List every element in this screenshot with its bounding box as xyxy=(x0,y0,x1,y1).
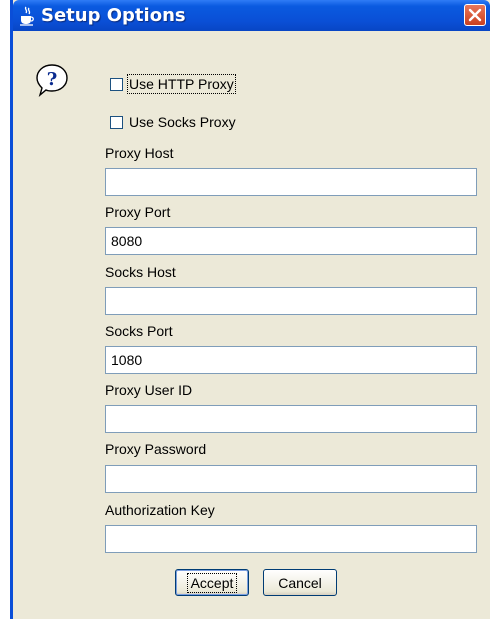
accept-button-label: Accept xyxy=(186,572,238,593)
setup-options-dialog: Setup Options ? Use HTTP Proxy Use Socks… xyxy=(10,0,490,619)
proxy-port-label: Proxy Port xyxy=(105,204,171,220)
proxy-host-label: Proxy Host xyxy=(105,145,174,161)
use-http-proxy-label[interactable]: Use HTTP Proxy xyxy=(127,74,236,94)
proxy-password-field[interactable] xyxy=(105,465,477,493)
cancel-button[interactable]: Cancel xyxy=(263,569,337,596)
socks-port-field[interactable] xyxy=(105,346,477,374)
use-socks-proxy-label[interactable]: Use Socks Proxy xyxy=(129,114,236,130)
question-icon: ? xyxy=(35,63,69,97)
use-socks-proxy-checkbox[interactable] xyxy=(110,115,123,129)
accept-button[interactable]: Accept xyxy=(175,569,249,596)
proxy-password-label: Proxy Password xyxy=(105,441,207,457)
proxy-host-field[interactable] xyxy=(105,168,477,196)
window-title: Setup Options xyxy=(41,5,186,26)
socks-host-label: Socks Host xyxy=(105,264,176,280)
use-socks-proxy-row[interactable]: Use Socks Proxy xyxy=(110,111,236,133)
use-http-proxy-checkbox[interactable] xyxy=(110,77,123,91)
title-bar[interactable]: Setup Options xyxy=(13,0,490,31)
socks-port-label: Socks Port xyxy=(105,323,173,339)
authorization-key-field[interactable] xyxy=(105,525,477,553)
authorization-key-label: Authorization Key xyxy=(105,502,215,518)
java-cup-icon xyxy=(19,6,35,26)
proxy-user-id-label: Proxy User ID xyxy=(105,382,193,398)
close-button[interactable] xyxy=(464,4,486,26)
svg-text:?: ? xyxy=(47,69,58,90)
proxy-user-id-field[interactable] xyxy=(105,405,477,433)
proxy-port-field[interactable] xyxy=(105,227,477,255)
socks-host-field[interactable] xyxy=(105,287,477,315)
use-http-proxy-row[interactable]: Use HTTP Proxy xyxy=(110,73,236,95)
